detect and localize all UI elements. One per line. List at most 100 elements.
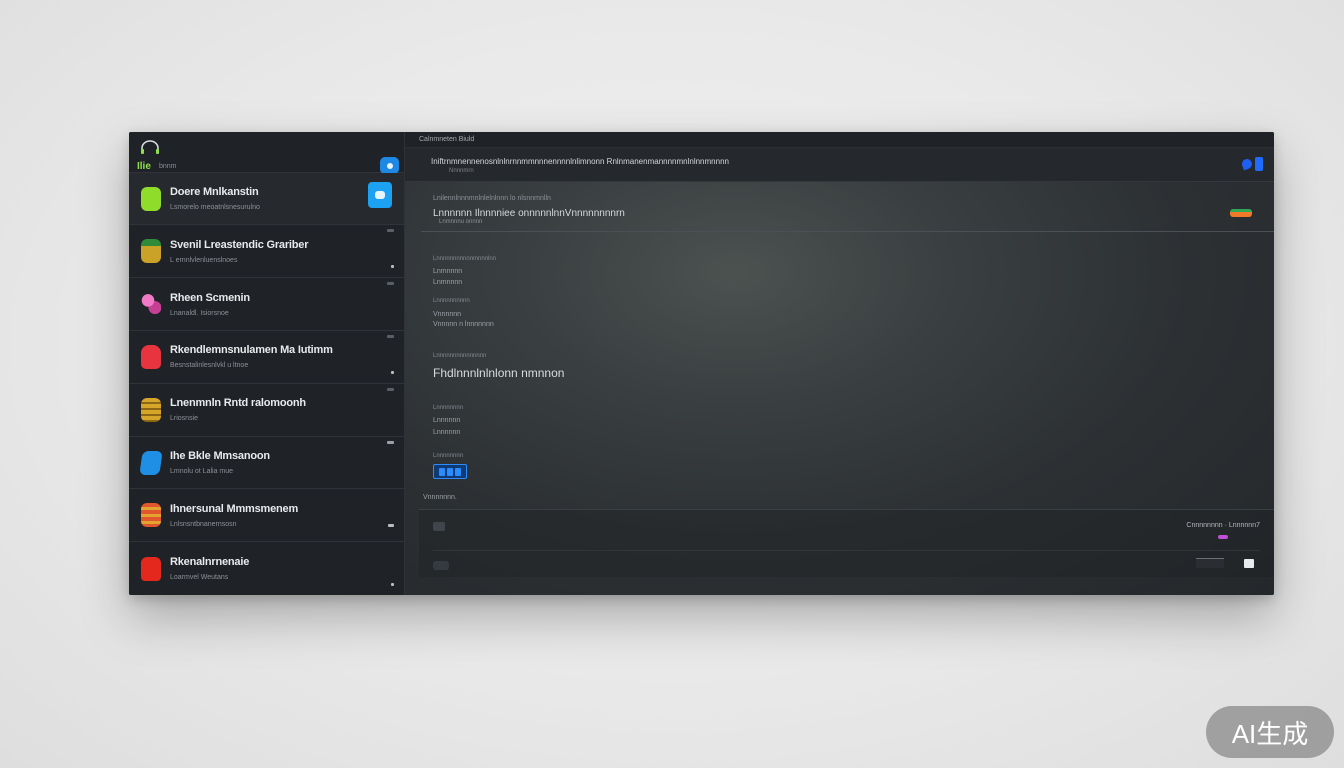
sidebar-item[interactable]: Lnenmnln Rntd ralomoonh Lriosnsie — [129, 384, 404, 437]
sidebar-item-title: Rheen Scmenin — [170, 291, 250, 304]
brand-subtitle: bnnm — [159, 163, 177, 170]
main-top-title: Calnmneten Biuld — [419, 136, 475, 143]
brand-name: Ilie — [137, 161, 151, 172]
detail-label: Lnnnnnnnnnnnnnnn — [433, 353, 487, 359]
sidebar-item-title: Ihe Bkle Mmsanoon — [170, 450, 270, 462]
sidebar-item[interactable]: Rkenalnrnenaie Loarmvel Weutans — [129, 542, 404, 595]
app-window: Ilie bnnm Doere Mnlkanstin Lsmorelo meoa… — [129, 132, 1274, 595]
sidebar-item-title: Doere Mnlkanstin — [170, 186, 259, 199]
sidebar-item-title: Rkenalnrnenaie — [170, 556, 250, 569]
sidebar-item-subtitle: Loarmvel Weutans — [170, 574, 229, 582]
item-text: Doere Mnlkanstin Lsmorelo meoatnlsnesuru… — [170, 186, 260, 211]
detail-value: Lnmnnnn — [433, 268, 463, 275]
detail-value: Lnnnnnn — [433, 429, 461, 436]
main-header-subtitle: Nnnnmrn — [449, 168, 474, 174]
emoji-icon[interactable] — [433, 561, 449, 570]
sidebar-item-subtitle: Lriosnsie — [170, 415, 199, 423]
main-content: Lnilennlnnnmnlnlelnlnnn lo nlsnnmnlln Ln… — [405, 182, 1274, 595]
detail-value: Vnnnnn n lnnnnnnn — [433, 321, 494, 328]
main-header-title: Iniftrnmnennenosnlnlnrnnmmnnnennnnlnlimn… — [431, 157, 729, 166]
sidebar-item-title: Ihnersunal Mmmsmenem — [170, 502, 299, 515]
item-text: Svenil Lreastendic Grariber L ernnlvlenl… — [170, 239, 308, 264]
device-icon[interactable] — [1255, 157, 1263, 171]
item-text: Lnenmnln Rntd ralomoonh Lriosnsie — [170, 397, 306, 422]
sidebar-item-title: Svenil Lreastendic Grariber — [170, 238, 309, 251]
divider — [433, 550, 1260, 551]
detail-label: Lnnnnnnnn — [433, 453, 464, 459]
item-text: Rheen Scmenin Lnanaldl. Isiorsnoe — [170, 292, 250, 317]
flag-icon[interactable] — [1230, 209, 1252, 217]
detail-value: Lnmnnnn — [433, 279, 463, 286]
chat-icon — [375, 190, 385, 199]
bar-icon — [439, 467, 445, 476]
attach-icon[interactable] — [433, 522, 445, 531]
sidebar-item-subtitle: Lsmorelo meoatnlsnesurulno — [170, 204, 260, 212]
main-top-bar: Calnmneten Biuld — [405, 132, 1274, 148]
sidebar-item[interactable]: Rkendlemnsnulamen Ma Iutimm Besnstalinle… — [129, 331, 404, 384]
jar-icon — [141, 556, 161, 581]
chat-action-button[interactable] — [368, 181, 392, 208]
sidebar-list: Doere Mnlkanstin Lsmorelo meoatnlsnesuru… — [129, 172, 404, 595]
layers-icon — [141, 503, 161, 528]
detail-label: Lnnnnnnnn — [433, 405, 464, 411]
edit-icon[interactable] — [1240, 157, 1254, 171]
field-hint: Lnmnnnu onnnn — [439, 219, 483, 225]
headphones-icon — [141, 140, 159, 154]
indicator-icon — [391, 265, 394, 269]
item-text: Ihe Bkle Mmsanoon Lmnolu ot Lalia mue — [170, 450, 270, 475]
stack-icon — [141, 239, 161, 264]
menu-mark-icon[interactable] — [387, 229, 394, 233]
ai-generated-badge: AI生成 — [1206, 706, 1334, 758]
cup-icon — [141, 344, 161, 369]
sidebar-item-subtitle: Lnlsnsntbnanernsosn — [170, 520, 237, 528]
input-field[interactable] — [1196, 558, 1224, 568]
sidebar-item-title: Lnenmnln Rntd ralomoonh — [170, 397, 306, 410]
status-pill-icon — [1218, 535, 1228, 539]
sidebar-header: Ilie bnnm — [129, 132, 404, 174]
primary-field-row[interactable]: Lnilennlnnnmnlnlelnlnnn lo nlsnnmnlln Ln… — [421, 182, 1274, 232]
coins-icon — [141, 397, 161, 422]
indicator-icon — [391, 583, 394, 586]
toggle-dot-icon — [386, 162, 393, 169]
sidebar-item-subtitle: Besnstalinlesnlvkl u ltnoe — [170, 362, 249, 370]
detail-value: Vnnnnnn — [433, 311, 462, 318]
main-header: Iniftrnmnennenosnlnlnrnnmmnnnennnnlnlimn… — [405, 148, 1274, 182]
item-text: Rkendlemnsnulamen Ma Iutimm Besnstalinle… — [170, 344, 333, 369]
flower-icon — [141, 292, 161, 317]
sidebar-item-title: Rkendlemnsnulamen Ma Iutimm — [170, 344, 333, 357]
sidebar-item-subtitle: Lmnolu ot Lalia mue — [170, 468, 234, 475]
item-text: Rkenalnrnenaie Loarmvel Weutans — [170, 556, 249, 581]
sidebar-item[interactable]: Ihnersunal Mmmsmenem Lnlsnsntbnanernsosn — [129, 489, 404, 543]
send-button[interactable] — [1244, 559, 1254, 568]
leaf-icon — [141, 186, 161, 211]
detail-label: Lnnnnnnnnnn — [433, 298, 470, 304]
menu-mark-icon[interactable] — [387, 335, 394, 339]
header-icons — [1240, 157, 1263, 171]
main-panel: Calnmneten Biuld Iniftrnmnennenosnlnlnrn… — [405, 132, 1274, 595]
sidebar-item[interactable]: Doere Mnlkanstin Lsmorelo meoatnlsnesuru… — [129, 172, 404, 226]
detail-label: Lnnnnnnnnnnnmnnnlnn — [433, 256, 497, 262]
detail-big-value: Fhdlnnnlnlnlonn nmnnon — [433, 366, 565, 380]
detail-value: Lnnnnnn — [433, 417, 461, 424]
field-label: Lnilennlnnnmnlnlelnlnnn lo nlsnnmnlln — [433, 195, 551, 202]
status-text: Vnnnnnnn. — [423, 494, 457, 501]
sidebar-item[interactable]: Rheen Scmenin Lnanaldl. Isiorsnoe — [129, 278, 404, 332]
menu-mark-icon[interactable] — [387, 387, 394, 391]
bar-icon — [447, 467, 453, 476]
sidebar-item[interactable]: Svenil Lreastendic Grariber L ernnlvlenl… — [129, 225, 404, 279]
bottom-bar: Cnnnnnnnn · Lnnnnnn7 — [419, 509, 1274, 577]
field-value: Lnnnnnn Ilnnnniee onnnnnlnnVnnnnnnnnrn — [433, 208, 625, 219]
menu-mark-icon[interactable] — [387, 440, 394, 444]
bar-icon — [455, 467, 461, 476]
menu-mark-icon[interactable] — [387, 282, 394, 286]
indicator-icon — [388, 524, 394, 528]
sidebar-toggle-button[interactable] — [380, 157, 399, 174]
indicator-icon — [391, 370, 394, 374]
sidebar-item-subtitle: Lnanaldl. Isiorsnoe — [170, 309, 229, 317]
sidebar: Ilie bnnm Doere Mnlkanstin Lsmorelo meoa… — [129, 132, 405, 595]
sidebar-item-subtitle: L ernnlvlenluenslnoes — [170, 256, 238, 264]
item-text: Ihnersunal Mmmsmenem Lnlsnsntbnanernsosn — [170, 503, 298, 528]
badge-icon — [139, 450, 163, 475]
action-button[interactable] — [433, 464, 467, 479]
sidebar-item[interactable]: Ihe Bkle Mmsanoon Lmnolu ot Lalia mue — [129, 437, 404, 490]
